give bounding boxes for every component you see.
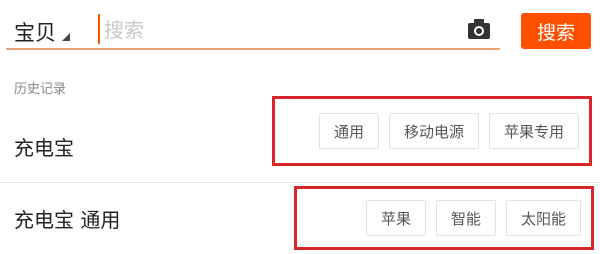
history-term[interactable]: 充电宝 通用 xyxy=(14,204,120,233)
input-cursor xyxy=(98,14,100,44)
history-title: 历史记录 xyxy=(14,82,67,97)
tag-highlight-box: 苹果 智能 太阳能 xyxy=(294,186,594,250)
suggestion-tag[interactable]: 苹果专用 xyxy=(488,113,579,149)
history-row: 充电宝 通用 移动电源 苹果专用 xyxy=(0,96,600,180)
suggestion-tag[interactable]: 苹果 xyxy=(365,200,426,236)
search-button[interactable]: 搜索 xyxy=(521,13,591,49)
suggestion-tag[interactable]: 太阳能 xyxy=(505,200,581,236)
search-bar: 宝贝 搜索 xyxy=(0,0,600,64)
caret-down-icon xyxy=(62,33,70,41)
camera-icon[interactable] xyxy=(466,16,492,42)
scope-select[interactable]: 宝贝 xyxy=(14,14,70,50)
search-input[interactable] xyxy=(104,12,434,48)
scope-label: 宝贝 xyxy=(14,21,56,45)
history-row: 充电宝 通用 苹果 智能 太阳能 xyxy=(0,182,600,252)
history-term[interactable]: 充电宝 xyxy=(14,132,74,161)
search-underline xyxy=(6,48,500,50)
tag-highlight-box: 通用 移动电源 苹果专用 xyxy=(272,96,592,166)
suggestion-tag[interactable]: 智能 xyxy=(435,200,496,236)
suggestion-tag[interactable]: 通用 xyxy=(318,113,379,149)
suggestion-tag[interactable]: 移动电源 xyxy=(388,113,479,149)
